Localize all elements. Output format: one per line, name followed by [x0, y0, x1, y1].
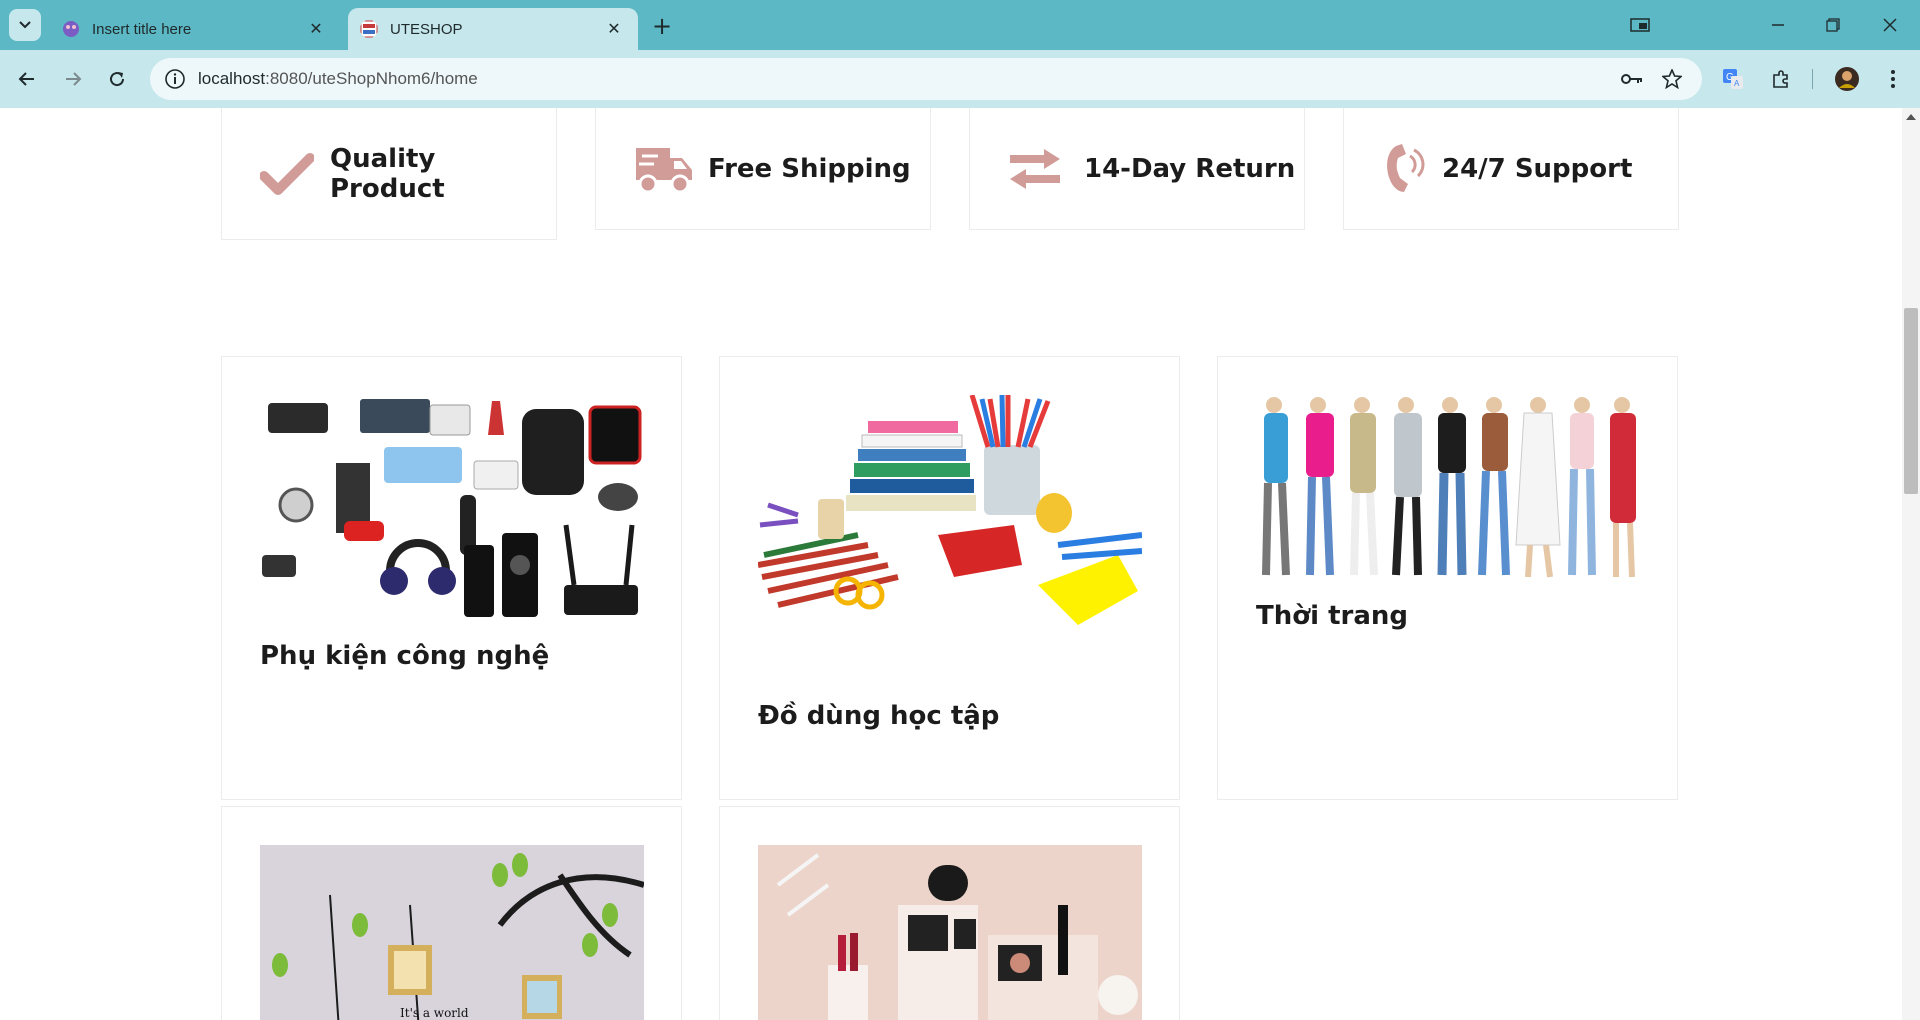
tab-title: Insert title here [92, 20, 192, 38]
browser-toolbar: localhost:8080/uteShopNhom6/home GA [0, 50, 1920, 108]
vertical-scrollbar[interactable] [1902, 108, 1920, 1020]
profile-avatar[interactable] [1830, 62, 1864, 96]
feature-label: 24/7 Support [1442, 154, 1633, 184]
fashion-image [1256, 395, 1640, 587]
feature-free-shipping: Free Shipping [595, 108, 931, 230]
wall-decor-image: It's a world [260, 845, 644, 1020]
tab-search-button[interactable] [9, 9, 41, 41]
svg-text:A: A [1734, 79, 1740, 88]
extensions-icon[interactable] [1764, 62, 1798, 96]
chevron-down-icon [19, 21, 31, 29]
check-icon [260, 152, 314, 196]
feature-24-7-support: 24/7 Support [1343, 108, 1679, 230]
category-card[interactable]: Thời trang [1217, 356, 1678, 800]
page-viewport: Quality Product Free Shipping 14-Day Ret… [0, 108, 1902, 1020]
truck-icon [634, 142, 696, 196]
scroll-up-icon[interactable] [1906, 114, 1916, 120]
tab-title: UTESHOP [390, 20, 463, 38]
url-path: :8080/uteShopNhom6/home [265, 69, 478, 88]
tab-insert-title[interactable]: Insert title here ✕ [50, 8, 340, 50]
address-bar[interactable]: localhost:8080/uteShopNhom6/home [150, 58, 1702, 100]
feature-label: Free Shipping [708, 154, 911, 184]
close-window-button[interactable] [1872, 10, 1908, 40]
arrow-right-icon [66, 72, 82, 86]
feature-14-day-return: 14-Day Return [969, 108, 1305, 230]
arrow-left-icon [18, 72, 34, 86]
feature-quality-product: Quality Product [221, 108, 557, 240]
svg-text:It's a world: It's a world [400, 1006, 469, 1020]
url-text[interactable]: localhost:8080/uteShopNhom6/home [198, 69, 1702, 89]
category-card[interactable] [719, 806, 1180, 1020]
favicon-icon [63, 21, 79, 37]
forward-button[interactable] [56, 62, 90, 96]
close-icon[interactable]: ✕ [604, 19, 624, 39]
category-card[interactable]: Phụ kiện công nghệ [221, 356, 682, 800]
new-tab-button[interactable]: + [648, 12, 676, 40]
minimize-button[interactable] [1760, 10, 1796, 40]
url-host: localhost [198, 69, 266, 88]
toolbar-divider [1812, 69, 1813, 89]
reload-button[interactable] [100, 62, 134, 96]
category-name[interactable]: Phụ kiện công nghệ [260, 641, 549, 671]
restore-button[interactable] [1815, 10, 1851, 40]
category-card[interactable]: Đồ dùng học tập [719, 356, 1180, 800]
phone-icon [1382, 142, 1426, 196]
uteshop-favicon-icon [360, 20, 378, 38]
school-supplies-image [758, 395, 1142, 651]
menu-icon[interactable] [1876, 62, 1910, 96]
back-button[interactable] [10, 62, 44, 96]
close-icon[interactable]: ✕ [306, 19, 326, 39]
category-name[interactable]: Thời trang [1256, 601, 1408, 631]
reload-icon [110, 72, 125, 87]
exchange-icon [1008, 147, 1062, 191]
translate-icon[interactable]: GA [1716, 62, 1750, 96]
feature-label: 14-Day Return [1084, 154, 1296, 184]
feature-label: Quality Product [330, 144, 445, 204]
star-icon[interactable] [1660, 67, 1684, 91]
category-name[interactable]: Đồ dùng học tập [758, 701, 999, 731]
cosmetics-image [758, 845, 1142, 1020]
tab-uteshop[interactable]: UTESHOP ✕ [348, 8, 638, 50]
category-card[interactable]: It's a world [221, 806, 682, 1020]
media-control-icon[interactable] [1622, 10, 1658, 40]
tech-accessories-image [260, 395, 644, 623]
scroll-thumb[interactable] [1904, 308, 1918, 494]
browser-tabstrip: Insert title here ✕ UTESHOP ✕ + [0, 0, 1920, 50]
key-icon[interactable] [1620, 67, 1644, 91]
site-info-icon[interactable] [164, 68, 186, 90]
